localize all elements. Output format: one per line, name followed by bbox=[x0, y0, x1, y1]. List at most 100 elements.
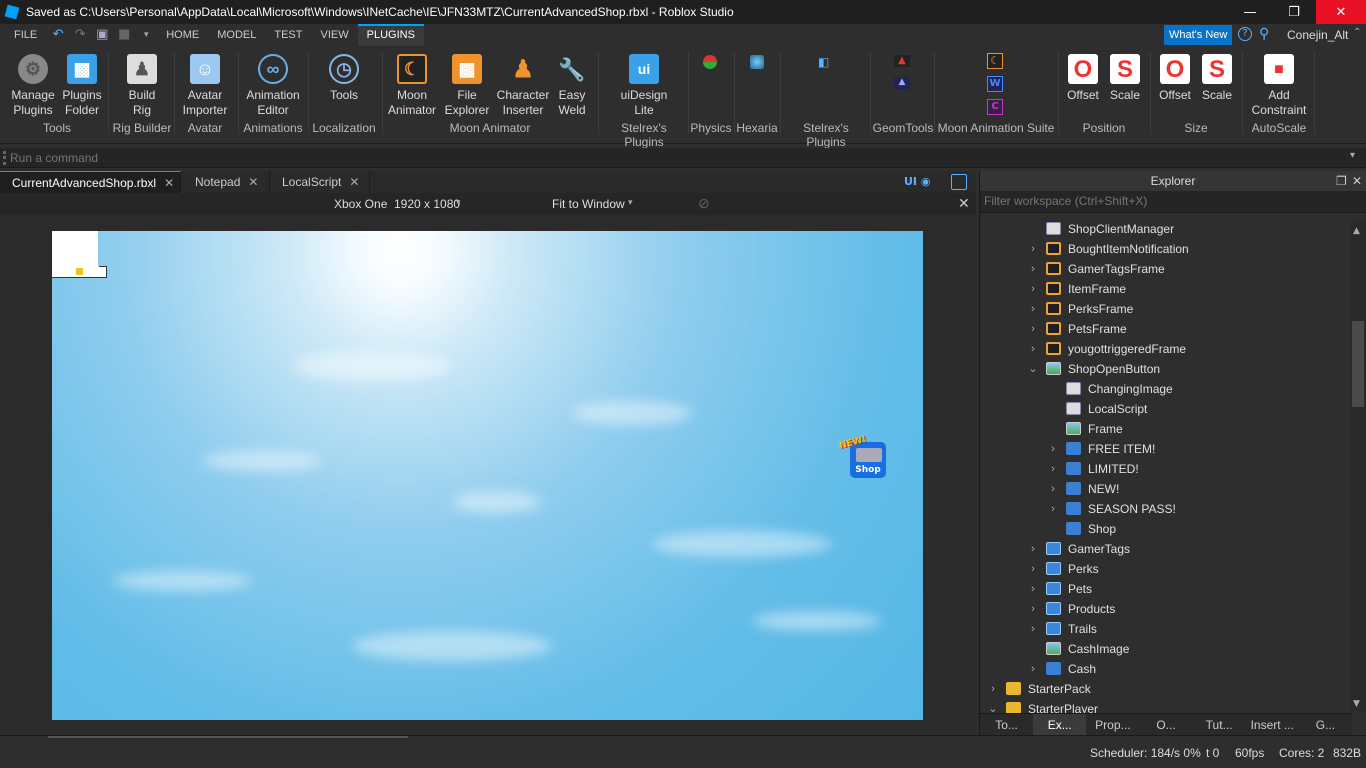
chevron-right-icon[interactable]: › bbox=[1028, 579, 1038, 599]
file-explorer-button[interactable]: ▩ File Explorer bbox=[442, 52, 492, 118]
tab-game[interactable]: G... bbox=[1299, 714, 1352, 736]
tab-localscript[interactable]: LocalScript ✕ bbox=[270, 171, 370, 193]
manage-plugins-button[interactable]: ⚙ Manage Plugins bbox=[10, 52, 56, 118]
chevron-right-icon[interactable]: › bbox=[1028, 319, 1038, 339]
position-offset-button[interactable]: O Offset bbox=[1064, 52, 1102, 103]
tree-item[interactable]: › PetsFrame bbox=[980, 319, 1350, 339]
resolution-select[interactable]: 1920 x 1080 bbox=[394, 197, 460, 211]
chevron-right-icon[interactable]: › bbox=[1028, 259, 1038, 279]
whats-new-button[interactable]: What's New bbox=[1164, 25, 1233, 45]
file-menu[interactable]: FILE bbox=[0, 24, 47, 46]
tree-item[interactable]: › StarterPack bbox=[980, 679, 1350, 699]
explorer-filter-input[interactable] bbox=[980, 191, 1350, 211]
stop-icon[interactable]: ■ bbox=[116, 28, 132, 42]
chevron-right-icon[interactable]: › bbox=[1048, 499, 1058, 519]
plugins-folder-button[interactable]: ▩ Plugins Folder bbox=[60, 52, 104, 118]
animation-editor-button[interactable]: ∞ Animation Editor bbox=[244, 52, 302, 118]
physics-plugin-icon[interactable] bbox=[703, 55, 717, 69]
command-dropdown-icon[interactable]: ▾ bbox=[1350, 150, 1355, 161]
minimize-icon[interactable]: — bbox=[1228, 0, 1272, 24]
scroll-thumb[interactable] bbox=[1352, 321, 1364, 407]
fit-chevron-down-icon[interactable]: ▾ bbox=[628, 197, 633, 208]
tab-notepad[interactable]: Notepad ✕ bbox=[181, 171, 270, 193]
tree-item[interactable]: › GamerTagsFrame bbox=[980, 259, 1350, 279]
tree-item[interactable]: › Pets bbox=[980, 579, 1350, 599]
tab-plugins[interactable]: PLUGINS bbox=[357, 24, 424, 46]
build-rig-button[interactable]: ♟ Build Rig bbox=[120, 52, 164, 118]
tab-model[interactable]: MODEL bbox=[208, 24, 265, 46]
chevron-right-icon[interactable]: › bbox=[1028, 659, 1038, 679]
tree-item[interactable]: › GamerTags bbox=[980, 539, 1350, 559]
scroll-down-icon[interactable]: ▼ bbox=[1353, 699, 1360, 709]
tree-item[interactable]: ⌄ StarterPlayer bbox=[980, 699, 1350, 713]
tree-item[interactable]: ChangingImage bbox=[980, 379, 1350, 399]
tree-item[interactable]: Shop bbox=[980, 519, 1350, 539]
user-name[interactable]: Conejin_Alt bbox=[1287, 28, 1348, 42]
share-icon[interactable]: ⚲ bbox=[1259, 26, 1269, 42]
add-constraint-button[interactable]: ■ Add Constraint bbox=[1250, 52, 1308, 118]
tab-explorer[interactable]: Ex... bbox=[1033, 714, 1087, 736]
geomtools-plugin-icon[interactable]: ▲ bbox=[894, 55, 910, 67]
tree-item[interactable]: › SEASON PASS! bbox=[980, 499, 1350, 519]
tab-tutorials[interactable]: Tut... bbox=[1193, 714, 1246, 736]
chevron-right-icon[interactable]: › bbox=[1028, 539, 1038, 559]
tab-view[interactable]: VIEW bbox=[311, 24, 357, 46]
chevron-right-icon[interactable]: › bbox=[1028, 299, 1038, 319]
tree-item[interactable]: CashImage bbox=[980, 639, 1350, 659]
moon-suite-c-icon[interactable]: C bbox=[987, 99, 1003, 115]
command-input[interactable] bbox=[10, 150, 1340, 166]
plugin-quick-icon[interactable]: ▣ bbox=[94, 28, 110, 42]
tree-item[interactable]: › Cash bbox=[980, 659, 1350, 679]
size-offset-button[interactable]: O Offset bbox=[1156, 52, 1194, 103]
geomtools-plugin-icon-2[interactable]: ▲ bbox=[894, 77, 910, 89]
tree-item[interactable]: ⌄ ShopOpenButton bbox=[980, 359, 1350, 379]
resolution-chevron-down-icon[interactable]: ▾ bbox=[456, 197, 461, 208]
close-tab-icon[interactable]: ✕ bbox=[248, 175, 258, 189]
tab-toolbox[interactable]: To... bbox=[980, 714, 1033, 736]
tree-item[interactable]: › PerksFrame bbox=[980, 299, 1350, 319]
quick-access-dropdown-icon[interactable]: ▾ bbox=[138, 28, 154, 42]
rotate-icon[interactable]: ⊘ bbox=[698, 195, 710, 212]
uidesign-lite-button[interactable]: ui uiDesign Lite bbox=[612, 52, 676, 118]
tab-properties[interactable]: Prop... bbox=[1086, 714, 1139, 736]
easy-weld-button[interactable]: 🔧 Easy Weld bbox=[552, 52, 592, 118]
explorer-scrollbar[interactable]: ▲ ▼ bbox=[1350, 221, 1366, 711]
localization-tools-button[interactable]: ◷ Tools bbox=[320, 52, 368, 103]
chevron-right-icon[interactable]: › bbox=[1048, 479, 1058, 499]
undo-icon[interactable]: ↶ bbox=[50, 28, 66, 42]
tree-item[interactable]: › NEW! bbox=[980, 479, 1350, 499]
tree-item[interactable]: › LIMITED! bbox=[980, 459, 1350, 479]
character-inserter-button[interactable]: ♟ Character Inserter bbox=[496, 52, 550, 118]
close-icon[interactable]: ✕ bbox=[1316, 0, 1366, 24]
tab-output[interactable]: O... bbox=[1139, 714, 1192, 736]
tab-insert[interactable]: Insert ... bbox=[1246, 714, 1299, 736]
stelrex-plugin-icon[interactable]: ◧ bbox=[818, 55, 832, 69]
tab-home[interactable]: HOME bbox=[157, 24, 208, 46]
chevron-right-icon[interactable]: › bbox=[1028, 619, 1038, 639]
tree-item[interactable]: › ItemFrame bbox=[980, 279, 1350, 299]
tree-item[interactable]: › Trails bbox=[980, 619, 1350, 639]
chevron-right-icon[interactable]: › bbox=[1028, 599, 1038, 619]
tree-item[interactable]: ShopClientManager bbox=[980, 219, 1350, 239]
close-tab-icon[interactable]: ✕ bbox=[349, 175, 359, 189]
chevron-right-icon[interactable]: › bbox=[988, 679, 998, 699]
chevron-down-icon[interactable]: ⌄ bbox=[988, 699, 998, 713]
moon-suite-w-icon[interactable]: W bbox=[987, 76, 1003, 92]
moon-animator-button[interactable]: ☾ Moon Animator bbox=[388, 52, 436, 118]
device-select[interactable]: Xbox One bbox=[334, 197, 387, 211]
tree-item[interactable]: LocalScript bbox=[980, 399, 1350, 419]
hexaria-plugin-icon[interactable] bbox=[750, 55, 764, 69]
viewport[interactable]: Shop NEW! bbox=[0, 215, 976, 735]
tree-item[interactable]: › Products bbox=[980, 599, 1350, 619]
tree-item[interactable]: › BoughtItemNotification bbox=[980, 239, 1350, 259]
tab-current-advanced-shop[interactable]: CurrentAdvancedShop.rbxl ✕ bbox=[0, 171, 181, 193]
tree-item[interactable]: Frame bbox=[980, 419, 1350, 439]
avatar-importer-button[interactable]: ☺ Avatar Importer bbox=[180, 52, 230, 118]
device-emulator-icon[interactable] bbox=[951, 174, 967, 190]
scroll-up-icon[interactable]: ▲ bbox=[1353, 226, 1360, 236]
position-scale-button[interactable]: S Scale bbox=[1106, 52, 1144, 103]
close-icon[interactable]: ✕ bbox=[1352, 171, 1362, 191]
account-chevron-down-icon[interactable]: ⌃ bbox=[1353, 27, 1361, 38]
close-emulator-icon[interactable]: ✕ bbox=[958, 195, 970, 212]
chevron-right-icon[interactable]: › bbox=[1028, 279, 1038, 299]
